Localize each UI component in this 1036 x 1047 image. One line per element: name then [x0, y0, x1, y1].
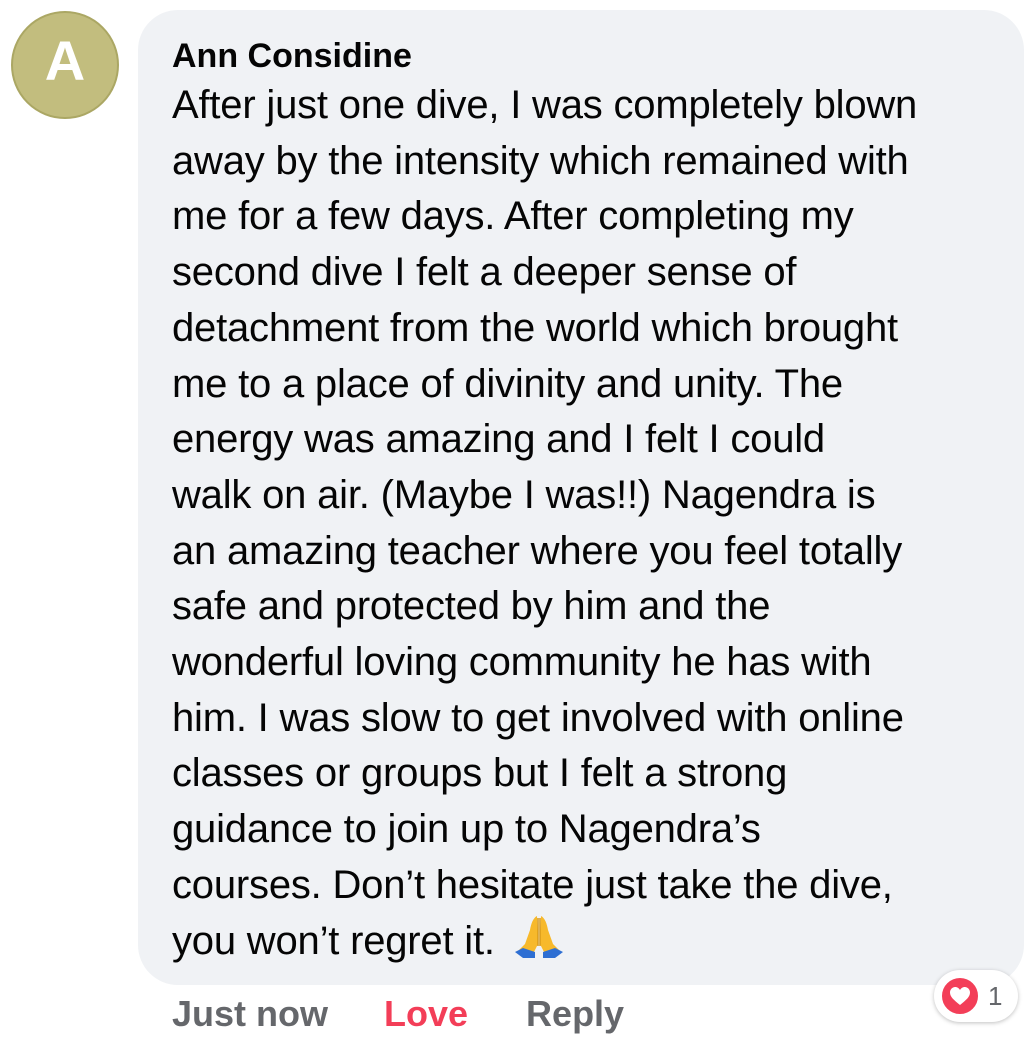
reaction-summary[interactable]: 1: [934, 970, 1018, 1022]
folded-hands-icon: [514, 915, 563, 958]
comment-body: After just one dive, I was completely bl…: [172, 78, 1004, 969]
avatar-letter: A: [44, 29, 86, 92]
comment-text: After just one dive, I was completely bl…: [172, 83, 918, 963]
reaction-count: 1: [988, 980, 1003, 1011]
reply-button[interactable]: Reply: [526, 993, 624, 1035]
comment-bubble: Ann Considine After just one dive, I was…: [138, 10, 1024, 985]
avatar[interactable]: A: [11, 11, 119, 119]
comment-author[interactable]: Ann Considine: [172, 38, 1004, 74]
heart-icon: [940, 976, 980, 1016]
comment-actions: Just now Love Reply: [172, 992, 624, 1036]
timestamp[interactable]: Just now: [172, 993, 328, 1035]
love-button[interactable]: Love: [384, 993, 468, 1035]
